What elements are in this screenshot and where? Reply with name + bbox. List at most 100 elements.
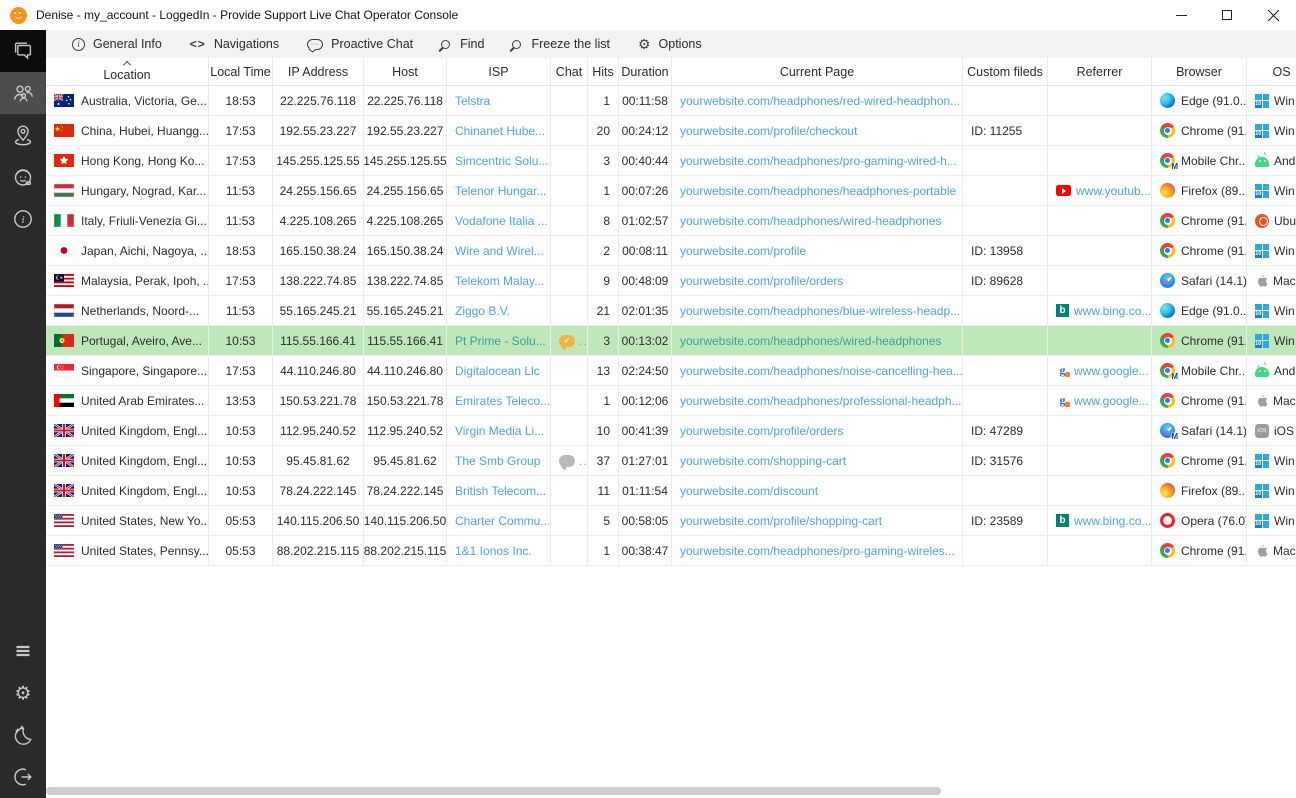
column-header-duration[interactable]: Duration xyxy=(619,58,672,85)
isp-link[interactable]: Digitalocean Llc xyxy=(455,364,540,378)
current-page-link[interactable]: yourwebsite.com/profile/orders xyxy=(680,424,843,438)
referrer-link[interactable]: www.google... xyxy=(1074,394,1149,408)
sidebar-item-settings[interactable]: ⚙ xyxy=(0,672,46,714)
visitor-row[interactable]: United Kingdom, Engl...10:53112.95.240.5… xyxy=(46,416,1296,446)
visitor-row[interactable]: Netherlands, Noord-...11:5355.165.245.21… xyxy=(46,296,1296,326)
current-page-link[interactable]: yourwebsite.com/headphones/wired-headpho… xyxy=(680,334,942,348)
info-circle-icon: i xyxy=(72,38,85,51)
isp-link[interactable]: Emirates Teleco... xyxy=(455,394,550,408)
cell-host: 78.24.222.145 xyxy=(364,476,447,505)
isp-link[interactable]: Telekom Malay... xyxy=(455,274,544,288)
sidebar-item-menu[interactable] xyxy=(0,630,46,672)
isp-link[interactable]: Wire and Wirel... xyxy=(455,244,544,258)
sidebar-item-info[interactable]: i xyxy=(0,198,46,240)
cell-location: Singapore, Singapore... xyxy=(46,356,209,385)
current-page-link[interactable]: yourwebsite.com/headphones/red-wired-hea… xyxy=(680,94,960,108)
referrer-link[interactable]: www.youtub... xyxy=(1076,184,1151,198)
visitor-row[interactable]: Portugal, Aveiro, Ave...10:53115.55.166.… xyxy=(46,326,1296,356)
isp-link[interactable]: Telstra xyxy=(455,94,490,108)
column-header-label: IP Address xyxy=(288,65,348,79)
cell-ip: 44.110.246.80 xyxy=(273,356,364,385)
opera-icon xyxy=(1160,513,1175,528)
sidebar-item-operator[interactable] xyxy=(0,156,46,198)
column-header-browser[interactable]: Browser xyxy=(1152,58,1247,85)
cell-os: iOSiOS xyxy=(1247,416,1296,445)
cell-os: Mac xyxy=(1247,536,1296,565)
visitor-row[interactable]: Australia, Victoria, Ge...18:5322.225.76… xyxy=(46,86,1296,116)
current-page-link[interactable]: yourwebsite.com/headphones/wired-headpho… xyxy=(680,214,942,228)
sidebar-item-night-mode[interactable] xyxy=(0,714,46,756)
column-header-isp[interactable]: ISP xyxy=(447,58,551,85)
referrer-link[interactable]: www.bing.co... xyxy=(1074,514,1151,528)
isp-link[interactable]: Vodafone Italia ... xyxy=(455,214,548,228)
cell-isp: The Smb Group xyxy=(447,446,551,475)
horizontal-scrollbar-thumb[interactable] xyxy=(46,787,941,795)
current-page-link[interactable]: yourwebsite.com/profile/shopping-cart xyxy=(680,514,882,528)
cell-location: Italy, Friuli-Venezia Gi... xyxy=(46,206,209,235)
visitor-row[interactable]: Japan, Aichi, Nagoya, ...18:53165.150.38… xyxy=(46,236,1296,266)
visitor-row[interactable]: United Arab Emirates...13:53150.53.221.7… xyxy=(46,386,1296,416)
column-header-time[interactable]: Local Time xyxy=(209,58,273,85)
custom-text: ID: 23589 xyxy=(971,514,1023,528)
isp-link[interactable]: 1&1 Ionos Inc. xyxy=(455,544,532,558)
close-button[interactable] xyxy=(1250,0,1296,30)
visitor-row[interactable]: United Kingdom, Engl...10:5378.24.222.14… xyxy=(46,476,1296,506)
column-header-location[interactable]: Location xyxy=(46,58,209,85)
current-page-link[interactable]: yourwebsite.com/headphones/headphones-po… xyxy=(680,184,956,198)
minimize-button[interactable] xyxy=(1158,0,1204,30)
toolbar-item-proactive-chat[interactable]: ···Proactive Chat xyxy=(293,30,427,58)
column-header-ip[interactable]: IP Address xyxy=(273,58,364,85)
current-page-link[interactable]: yourwebsite.com/headphones/professional-… xyxy=(680,394,962,408)
current-page-link[interactable]: yourwebsite.com/profile xyxy=(680,244,806,258)
current-page-link[interactable]: yourwebsite.com/profile/checkout xyxy=(680,124,857,138)
sidebar-item-logout[interactable] xyxy=(0,756,46,798)
isp-link[interactable]: Pt Prime - Solu... xyxy=(455,334,546,348)
referrer-link[interactable]: www.google... xyxy=(1074,364,1149,378)
maximize-button[interactable] xyxy=(1204,0,1250,30)
visitor-row[interactable]: Italy, Friuli-Venezia Gi...11:534.225.10… xyxy=(46,206,1296,236)
isp-link[interactable]: Charter Commu... xyxy=(455,514,550,528)
isp-link[interactable]: Ziggo B.V. xyxy=(455,304,510,318)
toolbar-item-general-info[interactable]: iGeneral Info xyxy=(58,30,176,58)
toolbar-item-find[interactable]: Find xyxy=(427,30,498,58)
isp-link[interactable]: British Telecom... xyxy=(455,484,546,498)
isp-link[interactable]: Virgin Media Li... xyxy=(455,424,544,438)
column-header-host[interactable]: Host xyxy=(364,58,447,85)
sidebar-item-map[interactable] xyxy=(0,114,46,156)
visitor-row[interactable]: Hungary, Nograd, Kar...11:5324.255.156.6… xyxy=(46,176,1296,206)
visitor-row[interactable]: China, Hubei, Huangg...17:53192.55.23.22… xyxy=(46,116,1296,146)
column-header-os[interactable]: OS xyxy=(1247,58,1296,85)
current-page-link[interactable]: yourwebsite.com/headphones/pro-gaming-wi… xyxy=(680,154,957,168)
visitor-row[interactable]: United States, New Yo...05:53140.115.206… xyxy=(46,506,1296,536)
isp-link[interactable]: Simcentric Solu... xyxy=(455,154,548,168)
sidebar-item-visitors[interactable] xyxy=(0,72,46,114)
current-page-link[interactable]: yourwebsite.com/headphones/blue-wireless… xyxy=(680,304,960,318)
visitor-row[interactable]: Singapore, Singapore...17:5344.110.246.8… xyxy=(46,356,1296,386)
current-page-link[interactable]: yourwebsite.com/profile/orders xyxy=(680,274,843,288)
magnifier-icon xyxy=(512,40,521,49)
visitor-row[interactable]: Malaysia, Perak, Ipoh, ...17:53138.222.7… xyxy=(46,266,1296,296)
isp-link[interactable]: Telenor Hungar... xyxy=(455,184,546,198)
visitor-row[interactable]: United States, Pennsy...05:5388.202.215.… xyxy=(46,536,1296,566)
column-header-page[interactable]: Current Page xyxy=(672,58,963,85)
toolbar-item-navigations[interactable]: <>Navigations xyxy=(176,30,293,58)
toolbar-item-options[interactable]: ⚙Options xyxy=(624,30,716,58)
column-header-referrer[interactable]: Referrer xyxy=(1048,58,1152,85)
referrer-link[interactable]: www.bing.co... xyxy=(1074,304,1151,318)
visitor-row[interactable]: Hong Kong, Hong Ko...17:53145.255.125.55… xyxy=(46,146,1296,176)
column-header-custom[interactable]: Custom fileds xyxy=(963,58,1048,85)
current-page-link[interactable]: yourwebsite.com/discount xyxy=(680,484,818,498)
column-header-chat[interactable]: Chat xyxy=(551,58,588,85)
flag-sg-icon xyxy=(54,364,74,377)
visitor-row[interactable]: United Kingdom, Engl...10:5395.45.81.629… xyxy=(46,446,1296,476)
isp-link[interactable]: The Smb Group xyxy=(455,454,540,468)
time-text: 17:53 xyxy=(225,154,255,168)
current-page-link[interactable]: yourwebsite.com/headphones/pro-gaming-wi… xyxy=(680,544,955,558)
current-page-link[interactable]: yourwebsite.com/headphones/noise-cancell… xyxy=(680,364,963,378)
ip-text: 150.53.221.78 xyxy=(280,394,357,408)
sidebar-item-chats[interactable] xyxy=(0,30,46,72)
current-page-link[interactable]: yourwebsite.com/shopping-cart xyxy=(680,454,846,468)
toolbar-item-freeze-the-list[interactable]: Freeze the list xyxy=(498,30,624,58)
column-header-hits[interactable]: Hits xyxy=(588,58,619,85)
isp-link[interactable]: Chinanet Hube... xyxy=(455,124,545,138)
